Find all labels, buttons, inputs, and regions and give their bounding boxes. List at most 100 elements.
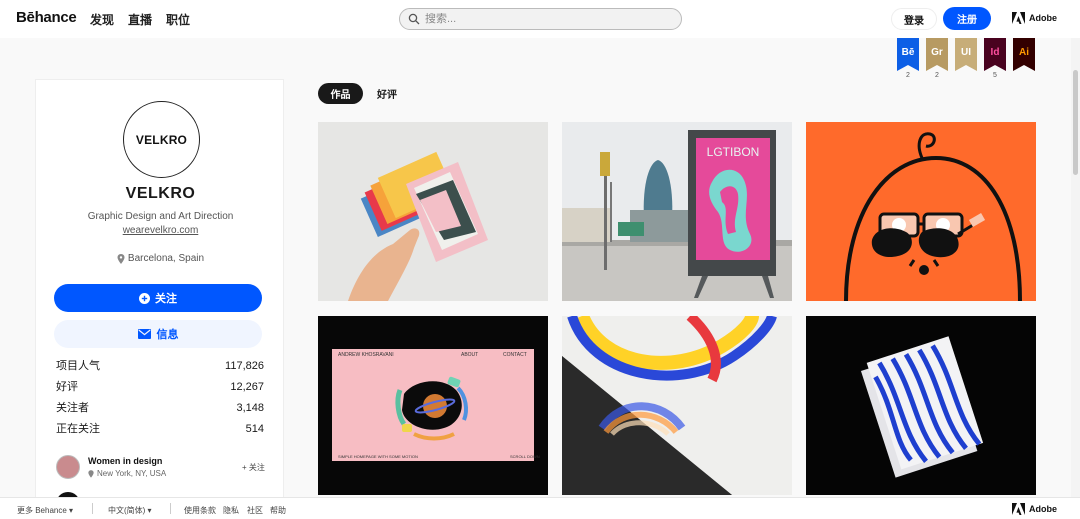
project-thumbnail-poster: LGTIBON — [562, 122, 792, 301]
project-tile-website[interactable]: ANDREW KHOSRAVANI ABOUT CONTACT SIMPLE H… — [318, 316, 548, 495]
badge-indesign-ribbon: Id — [984, 38, 1006, 71]
recommended-info: Women in design New York, NY, USA — [88, 456, 228, 478]
website-link[interactable]: wearevelkro.com — [123, 225, 199, 236]
badge-ui-ribbon: UI — [955, 38, 977, 71]
recommended-name[interactable]: Women in design — [88, 456, 228, 466]
search-input[interactable] — [425, 13, 665, 25]
nav-discover[interactable]: 发现 — [90, 11, 114, 28]
project-thumbnail-cards — [318, 122, 548, 301]
project-tile-cards[interactable] — [318, 122, 548, 301]
stat-label: 好评 — [56, 381, 78, 393]
plus-circle-icon — [139, 292, 150, 304]
footer-language-label: 中文(简体) — [108, 506, 146, 515]
adobe-logo-icon — [1012, 12, 1025, 24]
footer-terms[interactable]: 使用条款 — [184, 505, 216, 516]
message-label: 信息 — [156, 329, 179, 341]
recommended-user: Women in design New York, NY, USA + 关注 — [56, 455, 266, 479]
footer-language[interactable]: 中文(简体) ▾ — [108, 505, 152, 516]
recommended-follow-button[interactable]: + 关注 — [242, 462, 265, 473]
project-tile-stripes[interactable] — [806, 316, 1036, 495]
badge-graphic[interactable]: Gr 2 — [926, 38, 948, 81]
main-nav: 发现 直播 职位 — [90, 11, 190, 28]
stat-row: 好评 12,267 — [56, 380, 264, 401]
scrollbar-thumb[interactable] — [1073, 70, 1078, 175]
profile-tabs: 作品 好评 — [318, 83, 399, 104]
project-thumbnail-character — [806, 122, 1036, 301]
badge-count: 2 — [935, 72, 939, 79]
recommended-location-text: New York, NY, USA — [97, 469, 167, 478]
footer-privacy[interactable]: 隐私 — [223, 505, 239, 516]
stat-value: 3,148 — [236, 402, 264, 414]
profile-avatar[interactable]: VELKRO — [123, 101, 200, 178]
footer-more-behance[interactable]: 更多 Behance ▾ — [17, 505, 73, 516]
profile-name: VELKRO — [125, 185, 196, 202]
badge-behance[interactable]: Bē 2 — [897, 38, 919, 81]
profile-tagline: Graphic Design and Art Direction — [87, 211, 234, 222]
website-footer-scroll: SCROLL DOWN — [510, 454, 540, 459]
recommended-avatar[interactable] — [56, 455, 80, 479]
tab-appreciations[interactable]: 好评 — [375, 86, 399, 101]
project-tile-poster[interactable]: LGTIBON — [562, 122, 792, 301]
nav-jobs[interactable]: 职位 — [166, 11, 190, 28]
envelope-icon — [137, 329, 151, 339]
badge-illustrator-ribbon: Ai — [1013, 38, 1035, 71]
website-nav-about: ABOUT — [461, 352, 478, 358]
signup-button[interactable]: 注册 — [943, 7, 991, 30]
location-pin-icon — [117, 253, 125, 264]
project-thumbnail-stripes — [806, 316, 1036, 495]
footer-community[interactable]: 社区 — [247, 505, 263, 516]
message-button[interactable]: 信息 — [54, 320, 262, 348]
project-thumbnail-website: ANDREW KHOSRAVANI ABOUT CONTACT SIMPLE H… — [318, 316, 548, 495]
project-thumbnail-rainbow — [562, 316, 792, 495]
badge-count: 2 — [906, 72, 910, 79]
project-tile-character[interactable] — [806, 122, 1036, 301]
badge-illustrator[interactable]: Ai — [1013, 38, 1035, 81]
badge-count: 5 — [993, 72, 997, 79]
stat-value: 514 — [245, 423, 264, 435]
poster-title: LGTIBON — [707, 145, 760, 159]
badge-graphic-ribbon: Gr — [926, 38, 948, 71]
stat-row: 项目人气 117,826 — [56, 359, 264, 380]
login-button[interactable]: 登录 — [891, 8, 937, 30]
nav-livestream[interactable]: 直播 — [128, 11, 152, 28]
recommended-location: New York, NY, USA — [88, 469, 228, 478]
stat-label: 正在关注 — [56, 423, 100, 435]
footer-help[interactable]: 帮助 — [270, 505, 286, 516]
stat-value: 117,826 — [225, 360, 264, 372]
footer-divider — [170, 503, 171, 514]
location-text: Barcelona, Spain — [127, 253, 205, 264]
skill-badges: Bē 2 Gr 2 UI Id 5 Ai — [897, 38, 1035, 81]
badge-ui[interactable]: UI — [955, 38, 977, 81]
profile-website: wearevelkro.com — [36, 225, 285, 236]
footer-bar: 更多 Behance ▾ 中文(简体) ▾ 使用条款 隐私 社区 帮助 Adob… — [0, 497, 1080, 519]
top-bar: Bēhance 发现 直播 职位 登录 注册 Adobe — [0, 0, 1080, 38]
footer-divider — [92, 503, 93, 514]
footer-more-label: 更多 Behance — [17, 506, 67, 515]
follow-button[interactable]: 关注 — [54, 284, 262, 312]
stat-row[interactable]: 关注者 3,148 — [56, 401, 264, 422]
search-bar[interactable] — [399, 8, 682, 30]
stat-value: 12,267 — [230, 381, 264, 393]
adobe-link[interactable]: Adobe — [1012, 12, 1057, 24]
website-footer-caption: SIMPLE HOMEPAGE WITH SOME MOTION — [338, 454, 418, 459]
website-header-name: ANDREW KHOSRAVANI — [338, 352, 394, 358]
tab-works[interactable]: 作品 — [318, 83, 363, 104]
badge-indesign[interactable]: Id 5 — [984, 38, 1006, 81]
adobe-logo-icon — [1012, 503, 1025, 515]
profile-card: VELKRO VELKRO Graphic Design and Art Dir… — [35, 79, 284, 519]
search-icon — [408, 13, 420, 25]
footer-adobe-label: Adobe — [1029, 504, 1057, 514]
website-nav-contact: CONTACT — [503, 352, 527, 358]
project-tile-rainbow[interactable] — [562, 316, 792, 495]
footer-adobe-link[interactable]: Adobe — [1012, 503, 1057, 515]
location-pin-icon — [88, 469, 94, 478]
profile-stats: 项目人气 117,826 好评 12,267 关注者 3,148 正在关注 514 — [56, 359, 264, 443]
stat-label: 项目人气 — [56, 360, 100, 372]
profile-location: Barcelona, Spain — [36, 253, 285, 264]
adobe-label: Adobe — [1029, 13, 1057, 23]
stat-label: 关注者 — [56, 402, 89, 414]
badge-behance-ribbon: Bē — [897, 38, 919, 71]
follow-label: 关注 — [155, 293, 177, 305]
stat-row[interactable]: 正在关注 514 — [56, 422, 264, 443]
behance-logo[interactable]: Bēhance — [16, 9, 77, 26]
